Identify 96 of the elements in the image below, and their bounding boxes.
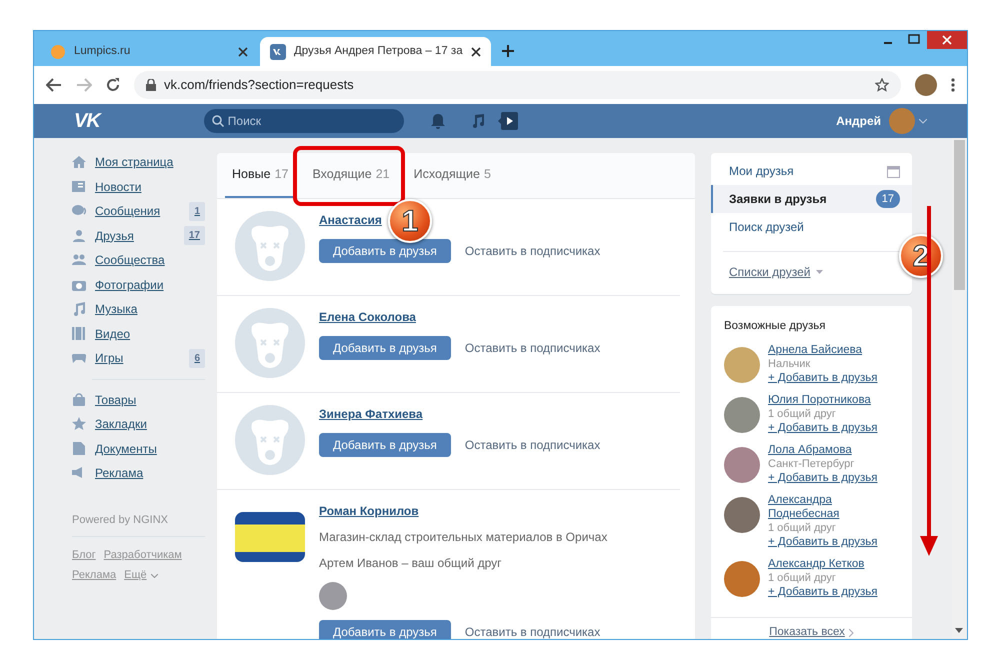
person-name[interactable]: Юлия Поротникова (768, 393, 878, 408)
sidebar-item[interactable]: Товары (72, 388, 205, 412)
star-icon (72, 417, 86, 432)
person-name[interactable]: Елена Соколова (319, 308, 416, 326)
card-title: Возможные друзья (723, 319, 827, 334)
film-icon (72, 326, 86, 341)
document-icon (72, 442, 86, 456)
people-icon (72, 253, 86, 268)
play-icon[interactable] (498, 112, 518, 130)
sidebar-item[interactable]: Реклама (72, 461, 205, 486)
person-name[interactable]: Александра Поднебесная (768, 493, 900, 522)
keep-subscriber-link[interactable]: Оставить в подписчиках (450, 623, 600, 639)
caret-icon[interactable] (919, 118, 927, 124)
avatar-icon[interactable] (915, 74, 937, 96)
count-badge: 1 (189, 202, 205, 221)
browser-tab[interactable]: Lumpics.ru (40, 37, 258, 66)
photo-placeholder (319, 582, 347, 610)
star-icon[interactable] (875, 78, 889, 92)
add-friend-link[interactable]: + Добавить в друзья (768, 421, 878, 436)
browser-tab[interactable]: Друзья Андрея Петрова – 17 за (260, 37, 491, 66)
sidebar-item[interactable]: Сообщества (72, 248, 205, 272)
person-name[interactable]: Анастасия (319, 211, 382, 229)
scroll-down-icon[interactable] (955, 628, 963, 633)
description-text: Магазин-склад строительных материалов в Оричах (319, 529, 608, 546)
keep-subscriber-link[interactable]: Оставить в подписчиках (450, 436, 600, 454)
vk-icon (270, 44, 286, 60)
person-name[interactable]: Роман Корнилов (319, 502, 419, 520)
add-friend-button[interactable]: Добавить в друзья (319, 433, 451, 457)
close-icon[interactable] (470, 46, 481, 56)
sidebar-item[interactable]: Видео (72, 322, 205, 346)
add-friend-button[interactable]: Добавить в друзья (319, 620, 451, 639)
close-icon[interactable] (238, 46, 248, 56)
person-name[interactable]: Арнела Байсиева (768, 343, 878, 358)
lock-icon (146, 79, 156, 91)
person-info: Санкт-Петербург (768, 457, 856, 472)
chevron-icon (848, 628, 854, 637)
scroll-thumb[interactable] (954, 140, 965, 290)
count-badge: 17 (876, 190, 900, 208)
close-icon[interactable] (927, 31, 967, 49)
sidebar-item[interactable]: Новости (72, 174, 205, 199)
sidebar-item[interactable]: Сообщения 1 (72, 199, 205, 224)
show-all-link[interactable]: Показать всех (711, 617, 912, 639)
add-friend-link[interactable]: + Добавить в друзья (768, 371, 878, 386)
sidebar-item[interactable]: Игры 6 (72, 346, 205, 370)
caret-icon (816, 270, 824, 274)
sidebar-item[interactable]: Документы (72, 436, 205, 461)
add-friend-button[interactable]: Добавить в друзья (319, 239, 451, 263)
keep-subscriber-link[interactable]: Оставить в подписчиках (450, 339, 600, 357)
dog-placeholder-icon (235, 308, 305, 378)
menu-item[interactable]: Заявки в друзья 17 (711, 185, 912, 213)
back-icon[interactable] (46, 78, 62, 92)
vk-logo[interactable]: VK (74, 106, 100, 136)
url-text: vk.com/friends?section=requests (164, 76, 354, 94)
person-name[interactable]: Александр Кетков (768, 557, 878, 572)
menu-icon[interactable] (951, 78, 955, 92)
tab[interactable]: Исходящие 5 (406, 153, 498, 198)
caret-icon (150, 574, 158, 578)
sidebar-item[interactable]: Друзья 17 (72, 224, 205, 248)
add-friend-link[interactable]: + Добавить в друзья (768, 585, 878, 600)
person-name[interactable]: Лола Абрамова (768, 443, 878, 458)
person-info: 1 общий друг (768, 407, 837, 422)
count-badge: 17 (184, 226, 205, 246)
count-badge: 6 (189, 348, 205, 368)
sidebar-item[interactable]: Моя страница (72, 150, 205, 174)
friend-lists-link[interactable]: Списки друзей (711, 258, 836, 286)
music-note-icon (72, 302, 86, 316)
add-friend-link[interactable]: + Добавить в друзья (768, 471, 878, 486)
add-friend-link[interactable]: + Добавить в друзья (768, 535, 900, 550)
photo-placeholder (235, 512, 305, 562)
keep-subscriber-link[interactable]: Оставить в подписчиках (450, 242, 600, 260)
newspaper-icon (72, 180, 86, 194)
dog-placeholder-icon (235, 211, 305, 281)
mutual-friend-text: Артем Иванов – ваш общий друг (319, 555, 503, 572)
dog-placeholder-icon (235, 405, 305, 475)
sidebar-item[interactable]: Музыка (72, 297, 205, 322)
plus-icon[interactable] (500, 44, 515, 58)
user-name[interactable]: Андрей (836, 112, 881, 130)
sidebar-item[interactable]: Фотографии (72, 272, 205, 297)
person-info: 1 общий друг (768, 521, 837, 536)
add-friend-button[interactable]: Добавить в друзья (319, 336, 451, 360)
site-icon (50, 44, 66, 60)
bag-icon (72, 392, 86, 407)
person-icon (72, 228, 86, 243)
reload-icon[interactable] (106, 78, 120, 92)
search-field[interactable]: Поиск (204, 109, 404, 133)
menu-item[interactable]: Мои друзья (711, 157, 912, 185)
person-info: 1 общий друг (768, 571, 837, 586)
tab[interactable]: Входящие 21 (305, 153, 397, 198)
person-name[interactable]: Зинера Фатхиева (319, 405, 423, 423)
house-icon (72, 155, 86, 170)
sidebar-item[interactable]: Закладки (72, 412, 205, 436)
powered-text: Powered by NGINX (72, 512, 169, 528)
tab[interactable]: Новые 17 (225, 153, 296, 198)
gamepad-icon (72, 351, 86, 366)
address-bar[interactable]: vk.com/friends?section=requests (134, 71, 901, 99)
person-info: Нальчик (768, 357, 812, 372)
